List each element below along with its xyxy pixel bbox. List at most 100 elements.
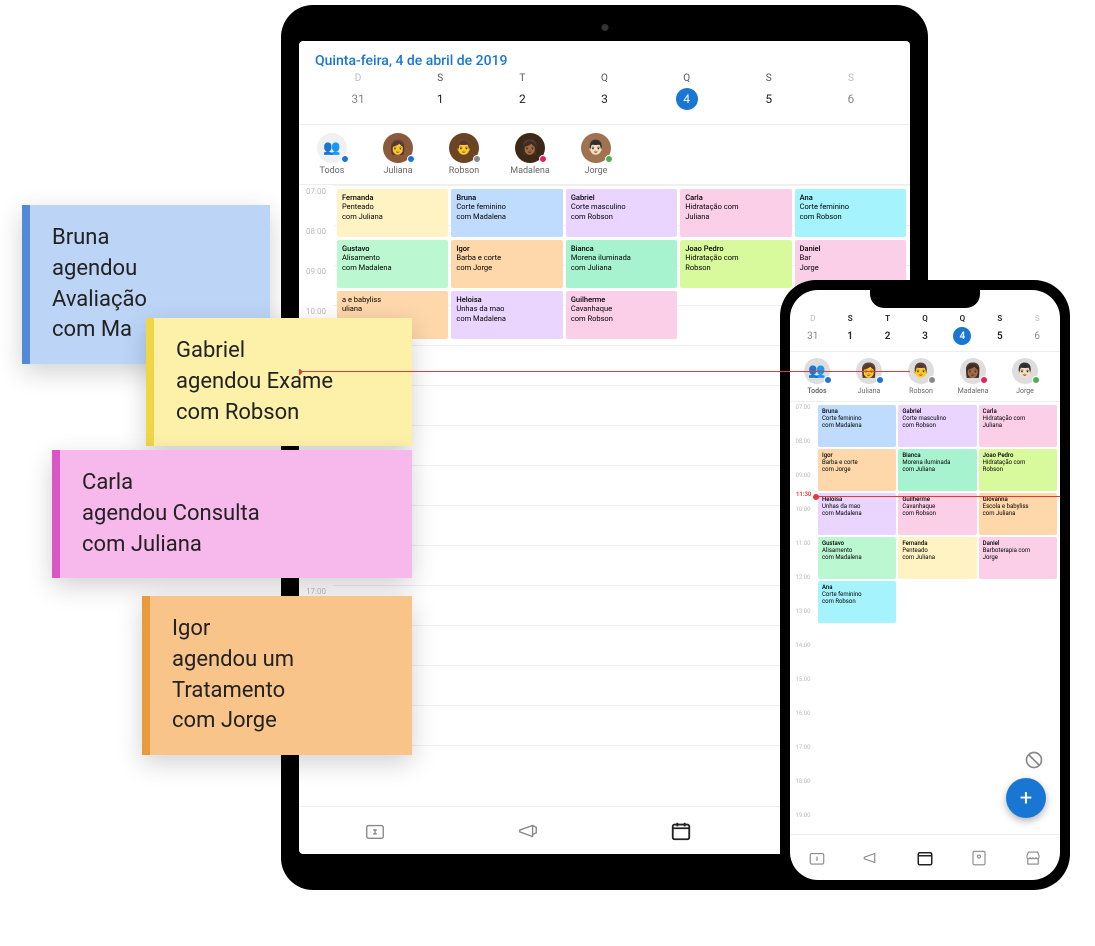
note-text: Carla — [82, 470, 133, 495]
hour-label: 08:00 — [299, 225, 333, 265]
hour-label: 16:00 — [790, 708, 816, 742]
event-card[interactable]: Joao PedroHidratação comRobson — [680, 240, 791, 288]
staff-item[interactable]: 👨🏻Jorge — [567, 133, 625, 176]
day-number[interactable]: 2 — [481, 92, 563, 106]
event-card[interactable]: GustavoAlisamentocom Madalena — [818, 537, 896, 579]
notification-card: Igor agendou um Tratamento com Jorge — [142, 596, 412, 755]
calendar-icon[interactable] — [916, 849, 934, 867]
calendar-grid[interactable]: 07:0008:0009:0010:0011:0012:0013:0014:00… — [790, 401, 1060, 834]
staff-item[interactable]: 👩🏾Madalena — [948, 358, 998, 395]
hour-label: 11:00 — [790, 538, 816, 572]
day-number[interactable]: 2 — [869, 331, 906, 342]
weekday-label: S — [728, 73, 810, 84]
staff-item[interactable]: 👩🏾Madalena — [501, 133, 559, 176]
note-text: com Jorge — [172, 708, 277, 733]
hour-label: 14:00 — [790, 640, 816, 674]
hour-label: 07:00 — [790, 402, 816, 436]
note-text: agendou um — [172, 647, 294, 672]
event-card[interactable]: Joao PedroHidratação comRobson — [979, 449, 1057, 491]
staff-selector[interactable]: 👥Todos👩Juliana👨Robson👩🏾Madalena👨🏻Jorge — [299, 124, 910, 184]
day-number[interactable]: 3 — [563, 92, 645, 106]
weeknum-row[interactable]: 31123456 — [790, 325, 1060, 351]
staff-item[interactable]: 👩Juliana — [369, 133, 427, 176]
day-number[interactable]: 31 — [794, 331, 831, 342]
event-card[interactable]: DanielBarboterapia comJorge — [979, 537, 1057, 579]
event-card[interactable]: BrunaCorte femininocom Madalena — [451, 189, 562, 237]
day-number[interactable]: 4 — [944, 327, 981, 345]
day-number[interactable]: 1 — [399, 92, 481, 106]
hour-label: 08:00 — [790, 436, 816, 470]
event-card[interactable]: AnaCorte femininocom Robson — [818, 581, 896, 623]
weekday-label: S — [399, 73, 481, 84]
current-time-line — [816, 496, 1060, 497]
staff-item[interactable]: 👥Todos — [303, 133, 361, 176]
event-card[interactable]: GustavoAlisamentocom Madalena — [337, 240, 448, 288]
day-number[interactable]: 4 — [646, 88, 728, 110]
event-card[interactable]: GuilhermeCavanhaquecom Robson — [898, 493, 976, 535]
weekday-label: S — [810, 73, 892, 84]
event-card[interactable]: CarlaHidratação comJuliana — [979, 405, 1057, 447]
note-text: Igor — [172, 616, 210, 641]
note-text: agendou Exame — [176, 369, 333, 394]
event-card[interactable]: CarlaHidratação comJuliana — [680, 189, 791, 237]
event-card[interactable]: IgorBarba e cortecom Jorge — [451, 240, 562, 288]
weekday-label: T — [869, 314, 906, 323]
phone-nav — [790, 834, 1060, 880]
hour-label: 17:00 — [790, 742, 816, 776]
staff-selector[interactable]: 👥Todos👩Juliana👨Robson👩🏾Madalena👨🏻Jorge — [790, 351, 1060, 401]
day-number[interactable]: 5 — [981, 331, 1018, 342]
weekday-label: S — [831, 314, 868, 323]
note-text: com Ma — [52, 317, 132, 342]
money-icon[interactable] — [364, 820, 386, 842]
current-time-line — [299, 371, 910, 372]
event-card[interactable]: AnaCorte femininocom Robson — [795, 189, 906, 237]
event-card[interactable]: GuilhermeCavanhaquecom Robson — [566, 291, 677, 339]
hour-label: 18:00 — [790, 776, 816, 810]
day-number[interactable]: 3 — [906, 331, 943, 342]
megaphone-icon[interactable] — [517, 820, 539, 842]
weeknum-row[interactable]: 31123456 — [315, 86, 894, 118]
note-text: Avaliação — [52, 287, 147, 312]
staff-item[interactable]: 👨🏻Jorge — [1000, 358, 1050, 395]
event-card[interactable]: BiancaMorena iluminadacom Juliana — [566, 240, 677, 288]
megaphone-icon[interactable] — [862, 849, 880, 867]
event-card[interactable]: FernandaPenteadocom Juliana — [898, 537, 976, 579]
weekday-label: D — [794, 314, 831, 323]
tablet-header: Quinta-feira, 4 de abril de 2019 DSTQQSS… — [299, 41, 910, 124]
staff-item[interactable]: 👨Robson — [896, 358, 946, 395]
note-text: Tratamento — [172, 678, 285, 703]
event-card[interactable]: IgorBarba e cortecom Jorge — [818, 449, 896, 491]
hour-label: 09:00 — [299, 265, 333, 305]
event-card[interactable]: FernandaPenteadocom Juliana — [337, 189, 448, 237]
event-card[interactable]: BrunaCorte femininocom Madalena — [818, 405, 896, 447]
event-card[interactable]: BiancaMorena iluminadacom Juliana — [898, 449, 976, 491]
notification-card: Gabriel agendou Exame com Robson — [146, 318, 412, 446]
day-number[interactable]: 5 — [728, 92, 810, 106]
contact-icon[interactable] — [970, 849, 988, 867]
calendar-icon[interactable] — [670, 820, 692, 842]
day-number[interactable]: 31 — [317, 92, 399, 106]
note-text: agendou — [52, 256, 137, 281]
event-card[interactable]: HeloisaUnhas da maocom Madalena — [818, 493, 896, 535]
day-number[interactable]: 6 — [1019, 331, 1056, 342]
phone-notch — [870, 290, 980, 308]
event-card[interactable]: HeloisaUnhas da maocom Madalena — [451, 291, 562, 339]
store-icon[interactable] — [1024, 849, 1042, 867]
note-text: agendou Consulta — [82, 501, 260, 526]
add-button[interactable]: + — [1006, 778, 1046, 818]
event-card[interactable]: GabrielCorte masculinocom Robson — [566, 189, 677, 237]
block-icon[interactable] — [1024, 750, 1044, 770]
staff-item[interactable]: 👨Robson — [435, 133, 493, 176]
weekday-label: Q — [906, 314, 943, 323]
day-number[interactable]: 1 — [831, 331, 868, 342]
event-card[interactable]: GabrielCorte masculinocom Robson — [898, 405, 976, 447]
notification-card: Carla agendou Consulta com Juliana — [52, 450, 412, 578]
staff-item[interactable]: 👩Juliana — [844, 358, 894, 395]
day-number[interactable]: 6 — [810, 92, 892, 106]
hour-label: 15:00 — [790, 674, 816, 708]
event-card[interactable]: GiovannaEscola e babylisscom Juliana — [979, 493, 1057, 535]
money-icon[interactable] — [808, 849, 826, 867]
staff-item[interactable]: 👥Todos — [792, 358, 842, 395]
note-text: Bruna — [52, 225, 109, 250]
hour-label: 09:00 — [790, 470, 816, 504]
